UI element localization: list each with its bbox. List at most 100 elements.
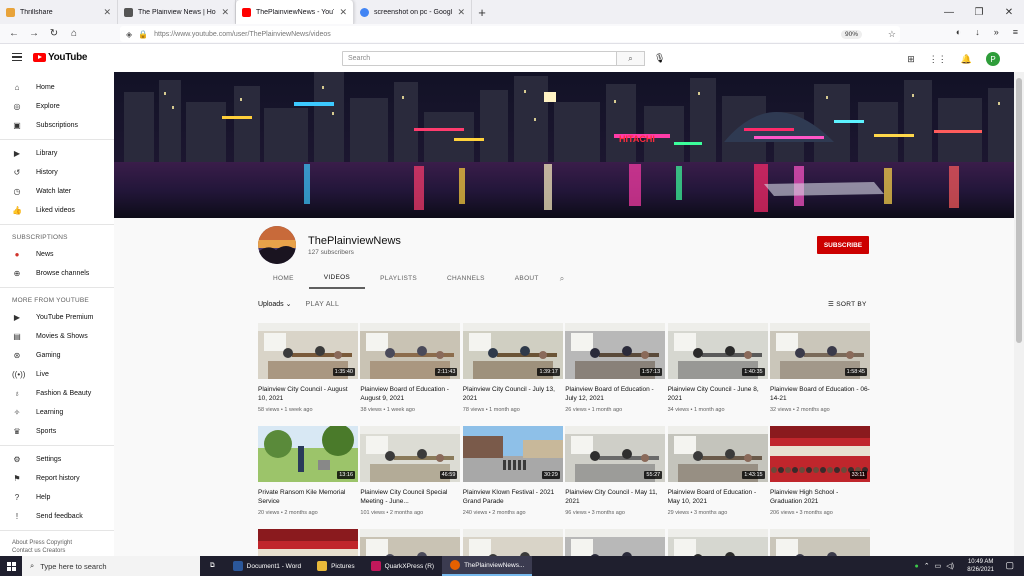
video-card[interactable] — [770, 529, 870, 556]
video-card[interactable] — [258, 529, 358, 556]
tray-chevron-up-icon[interactable]: ⌃ — [924, 562, 930, 570]
notifications-icon[interactable]: ▢ — [1005, 560, 1014, 571]
video-thumbnail[interactable]: 1:43:15 — [667, 426, 768, 482]
sidebar-item-settings[interactable]: ⚙ Settings — [0, 450, 114, 469]
video-card[interactable]: 1:40:35 Plainview City Council - June 8, … — [667, 323, 768, 413]
video-card[interactable]: 1:43:15 Plainview Board of Education - Ma… — [667, 426, 768, 516]
video-thumbnail[interactable]: 1:57:13 — [565, 323, 666, 379]
search-input[interactable]: Search — [342, 51, 617, 66]
task-view-icon[interactable]: ⧉ — [200, 556, 225, 576]
url-bar[interactable]: ◈ 🔒 https://www.youtube.com/user/ThePlai… — [120, 26, 900, 42]
video-card[interactable] — [360, 529, 461, 556]
page-scrollbar[interactable] — [1014, 72, 1024, 556]
browser-tab-youtube[interactable]: ThePlainviewNews - YouTube ✕ — [236, 0, 354, 24]
tab-playlists[interactable]: PLAYLISTS — [365, 268, 432, 289]
reload-icon[interactable]: ↻ — [44, 28, 64, 39]
browser-tab-google[interactable]: screenshot on pc - Google Sear ✕ — [354, 0, 472, 24]
sidebar-item-subscriptions[interactable]: ▣ Subscriptions — [0, 116, 114, 135]
video-thumbnail[interactable]: 2:11:43 — [360, 323, 461, 379]
windows-start-icon[interactable] — [0, 561, 22, 571]
channel-avatar[interactable] — [258, 226, 296, 264]
video-thumbnail[interactable] — [258, 529, 358, 556]
search-button[interactable]: ⌕ — [616, 51, 645, 66]
taskbar-search-input[interactable]: ⌕ Type here to search — [22, 556, 200, 576]
sidebar-item-sports[interactable]: ♛ Sports — [0, 422, 114, 441]
video-title[interactable]: Plainview City Council Special Meeting -… — [360, 488, 460, 506]
download-icon[interactable]: ↓ — [975, 27, 980, 37]
video-card[interactable]: 1:58:45 Plainview Board of Education - 06… — [770, 323, 870, 413]
video-card[interactable]: 46:59 Plainview City Council Special Meet… — [360, 426, 461, 516]
volume-icon[interactable]: ◁) — [946, 562, 954, 570]
window-close-icon[interactable]: ✕ — [994, 0, 1024, 24]
video-title[interactable]: Plainview Board of Education - August 9,… — [360, 385, 460, 403]
video-thumbnail[interactable]: 55:27 — [565, 426, 666, 482]
maximize-icon[interactable]: ❐ — [964, 0, 994, 24]
video-title[interactable]: Plainview City Council - August 10, 2021 — [258, 385, 358, 403]
sort-by-button[interactable]: ☰ SORT BY — [828, 300, 867, 308]
play-all-button[interactable]: PLAY ALL — [306, 301, 340, 308]
video-card[interactable]: 13:16 Private Ransom Kile Memorial Servic… — [258, 426, 358, 516]
back-arrow-icon[interactable]: ← — [4, 28, 24, 39]
video-thumbnail[interactable]: 1:39:17 — [462, 323, 563, 379]
network-icon[interactable]: ▭ — [935, 562, 942, 570]
sidebar-item-send-feedback[interactable]: ! Send feedback — [0, 507, 114, 526]
video-card[interactable]: 55:27 Plainview City Council - May 11, 20… — [565, 426, 666, 516]
close-icon[interactable]: ✕ — [221, 7, 229, 18]
video-card[interactable]: 33:11 Plainview High School - Graduation … — [770, 426, 870, 516]
video-title[interactable]: Plainview Board of Education - July 12, … — [565, 385, 665, 403]
video-card[interactable] — [667, 529, 768, 556]
minimize-icon[interactable]: — — [934, 0, 964, 24]
video-title[interactable]: Plainview Board of Education - May 10, 2… — [668, 488, 768, 506]
sidebar-item-home[interactable]: ⌂ Home — [0, 78, 114, 97]
video-card[interactable]: 1:57:13 Plainview Board of Education - Ju… — [565, 323, 666, 413]
home-button-icon[interactable]: ⌂ — [64, 28, 84, 39]
video-title[interactable]: Plainview High School - Graduation 2021 — [770, 488, 870, 506]
taskbar-item-pictures[interactable]: Pictures — [309, 556, 362, 576]
video-card[interactable]: 1:35:40 Plainview City Council - August 1… — [258, 323, 358, 413]
shield-icon[interactable]: ◈ — [126, 30, 132, 39]
video-card[interactable]: 30:29 Plainview Klown Festival - 2021 Gra… — [462, 426, 563, 516]
sidebar-item-gaming[interactable]: ⊛ Gaming — [0, 346, 114, 365]
sidebar-item-watch-later[interactable]: ◷ Watch later — [0, 182, 114, 201]
pocket-icon[interactable]: ◐ — [956, 27, 961, 37]
bookmark-star-icon[interactable]: ☆ — [888, 29, 896, 40]
sidebar-item-explore[interactable]: ◎ Explore — [0, 97, 114, 116]
close-icon[interactable]: ✕ — [339, 7, 347, 18]
sidebar-item-history[interactable]: ↺ History — [0, 163, 114, 182]
tab-videos[interactable]: VIDEOS — [308, 268, 366, 289]
sidebar-item-youtube-premium[interactable]: ▶ YouTube Premium — [0, 308, 114, 327]
apps-grid-icon[interactable]: ⋮⋮ — [929, 54, 947, 65]
video-title[interactable]: Plainview Klown Festival - 2021 Grand Pa… — [463, 488, 563, 506]
video-title[interactable]: Plainview Board of Education - 06-14-21 — [770, 385, 870, 403]
video-card[interactable] — [565, 529, 666, 556]
video-thumbnail[interactable]: 33:11 — [770, 426, 870, 482]
video-thumbnail[interactable]: 1:40:35 — [667, 323, 768, 379]
notifications-bell-icon[interactable]: 🔔 — [961, 54, 972, 65]
browser-tab-thrillshare[interactable]: Thrillshare ✕ — [0, 0, 118, 24]
video-thumbnail[interactable] — [360, 529, 461, 556]
extensions-icon[interactable]: » — [994, 27, 999, 37]
taskbar-item-word[interactable]: Document1 - Word — [225, 556, 309, 576]
video-thumbnail[interactable]: 1:35:40 — [258, 323, 358, 379]
zoom-level-badge[interactable]: 90% — [840, 29, 862, 39]
uploads-dropdown[interactable]: Uploads ⌄ — [258, 300, 292, 308]
account-avatar[interactable]: P — [986, 52, 1000, 66]
sidebar-item-news[interactable]: ● News — [0, 245, 114, 264]
sidebar-item-library[interactable]: ▶ Library — [0, 144, 114, 163]
close-icon[interactable]: ✕ — [457, 7, 465, 18]
tab-channels[interactable]: CHANNELS — [432, 268, 500, 289]
scrollbar-thumb[interactable] — [1016, 78, 1022, 343]
video-thumbnail[interactable] — [770, 529, 870, 556]
video-title[interactable]: Plainview City Council - July 13, 2021 — [463, 385, 563, 403]
tab-about[interactable]: ABOUT — [500, 268, 554, 289]
close-icon[interactable]: ✕ — [103, 7, 111, 18]
sidebar-item-live[interactable]: ((•)) Live — [0, 365, 114, 384]
forward-arrow-icon[interactable]: → — [24, 28, 44, 39]
microphone-icon[interactable]: 🎙 — [654, 53, 665, 64]
video-thumbnail[interactable] — [462, 529, 563, 556]
browser-tab-plainview-news[interactable]: The Plainview News | Home ✕ — [118, 0, 236, 24]
create-video-icon[interactable]: ⊞ — [907, 54, 915, 65]
new-tab-plus-icon[interactable]: + — [472, 0, 492, 24]
video-thumbnail[interactable]: 46:59 — [360, 426, 461, 482]
video-thumbnail[interactable] — [565, 529, 666, 556]
